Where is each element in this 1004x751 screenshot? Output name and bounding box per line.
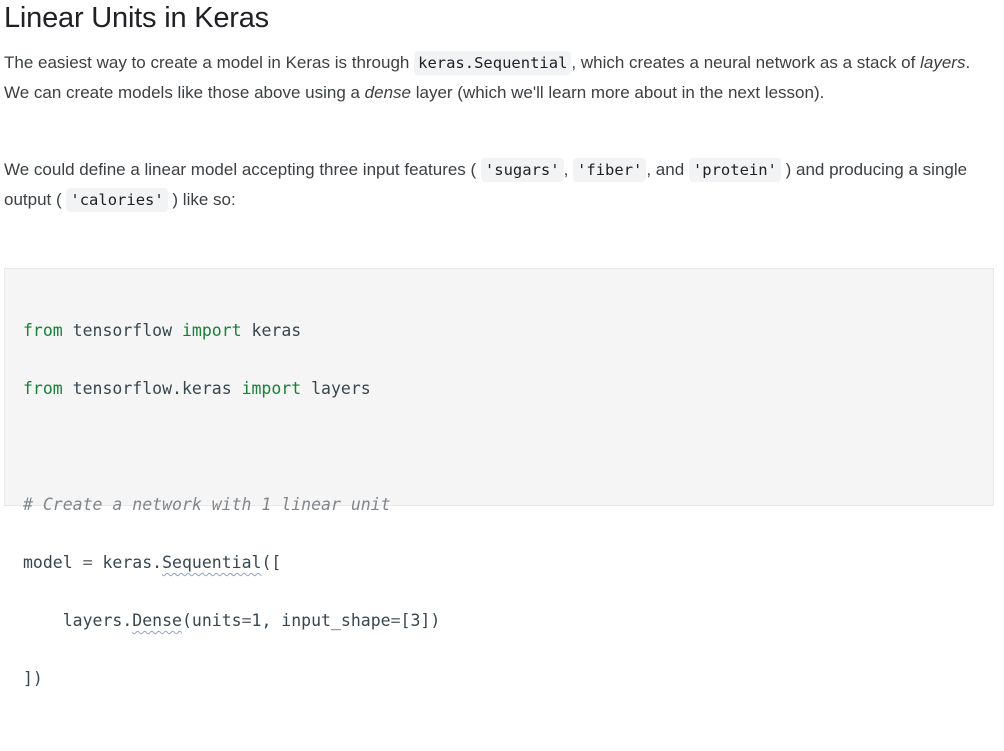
emphasis-layers: layers <box>920 53 966 72</box>
function-name: Sequential <box>162 553 262 572</box>
code-text: layers <box>301 379 371 398</box>
code-line: ]) <box>23 664 440 693</box>
code-line: from tensorflow import keras <box>23 316 440 345</box>
intro-paragraph: The easiest way to create a model in Ker… <box>4 48 994 107</box>
number: 1 <box>251 611 262 630</box>
section-heading: Linear Units in Keras <box>4 2 269 34</box>
code-text: tensorflow.keras <box>62 379 242 398</box>
code-text: , input_shape <box>261 611 391 630</box>
text-run: We could define a linear model accepting… <box>4 160 481 179</box>
text-run: , which creates a neural network as a st… <box>571 53 921 72</box>
code-line: layers.Dense(units=1, input_shape=[3]) <box>23 606 441 635</box>
code-block[interactable]: from tensorflow import keras from tensor… <box>4 268 994 688</box>
code-line: model = keras.Sequential([ <box>23 548 440 577</box>
code-text: ]) <box>23 669 43 688</box>
code-line: from tensorflow.keras import layers <box>23 374 440 403</box>
code-text: ([ <box>261 553 282 572</box>
text-run: , <box>563 160 574 179</box>
features-paragraph: We could define a linear model accepting… <box>4 155 994 215</box>
text-run: layer (which we'll learn more about in t… <box>411 83 825 102</box>
inline-code-keras-sequential: keras.Sequential <box>414 51 572 75</box>
code-text: tensorflow <box>62 321 182 340</box>
inline-code-sugars: 'sugars' <box>480 158 564 182</box>
operator: = <box>390 611 401 630</box>
text-run: ) like so: <box>167 190 236 209</box>
keyword: import <box>241 379 302 398</box>
inline-code-calories: 'calories' <box>66 188 168 212</box>
keyword: import <box>181 321 242 340</box>
code-text: [3]) <box>400 611 441 630</box>
keyword: from <box>23 321 63 340</box>
text-run: , and <box>646 160 689 179</box>
code-text: (units <box>181 611 242 630</box>
code-text: layers. <box>23 611 133 630</box>
operator: = <box>82 553 93 572</box>
text-run: The easiest way to create a model in Ker… <box>4 53 415 72</box>
code-text: model <box>23 553 83 572</box>
code-text: keras. <box>92 553 163 572</box>
inline-code-fiber: 'fiber' <box>573 158 647 182</box>
function-name: Dense <box>132 611 182 630</box>
code-comment: # Create a network with 1 linear unit <box>23 495 391 514</box>
code-line: # Create a network with 1 linear unit <box>23 490 440 519</box>
operator: = <box>241 611 252 630</box>
code-content: from tensorflow import keras from tensor… <box>23 287 440 751</box>
inline-code-protein: 'protein' <box>688 158 781 182</box>
emphasis-dense: dense <box>364 83 411 102</box>
keyword: from <box>23 379 63 398</box>
code-text: keras <box>241 321 302 340</box>
